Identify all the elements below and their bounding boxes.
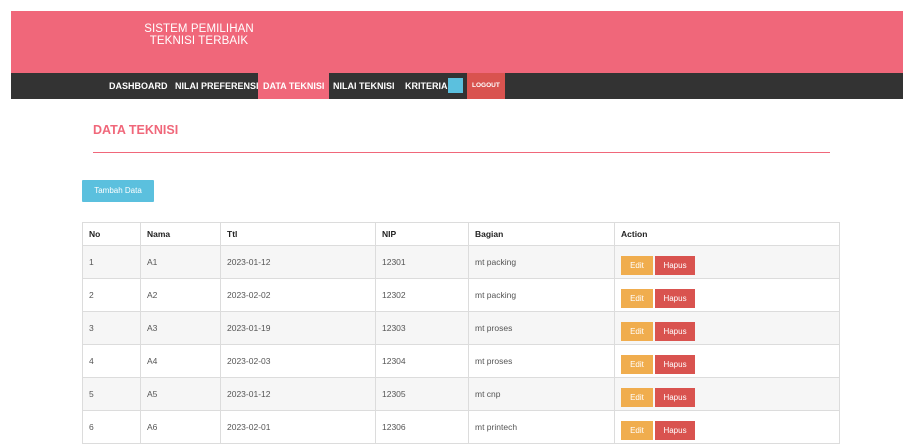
add-data-button[interactable]: Tambah Data <box>82 180 154 202</box>
app-brand[interactable]: SISTEM PEMILIHAN TEKNISI TERBAIK <box>129 23 269 47</box>
cell-no: 2 <box>82 278 141 312</box>
table-row: 5 A5 2023-01-12 12305 mt cnp Edit Hapus <box>82 377 840 411</box>
cell-bagian: mt cnp <box>468 377 615 411</box>
delete-button[interactable]: Hapus <box>655 387 695 407</box>
cell-bagian: mt proses <box>468 344 615 378</box>
cell-nama: A6 <box>140 410 221 444</box>
cell-ttl: 2023-02-03 <box>220 344 376 378</box>
delete-button[interactable]: Hapus <box>655 255 695 275</box>
nav-dashboard[interactable]: DASHBOARD <box>109 73 168 99</box>
delete-button[interactable]: Hapus <box>655 420 695 440</box>
header-bagian: Bagian <box>468 222 615 246</box>
delete-button[interactable]: Hapus <box>655 321 695 341</box>
header-action: Action <box>614 222 840 246</box>
cell-nama: A2 <box>140 278 221 312</box>
cell-bagian: mt printech <box>468 410 615 444</box>
cell-action: Edit Hapus <box>614 311 840 345</box>
cell-nip: 12302 <box>375 278 469 312</box>
cell-ttl: 2023-02-02 <box>220 278 376 312</box>
table-row: 1 A1 2023-01-12 12301 mt packing Edit Hap… <box>82 245 840 279</box>
cell-ttl: 2023-01-12 <box>220 245 376 279</box>
cell-no: 6 <box>82 410 141 444</box>
cell-nip: 12303 <box>375 311 469 345</box>
edit-button[interactable]: Edit <box>621 354 653 374</box>
cell-ttl: 2023-02-01 <box>220 410 376 444</box>
cell-no: 5 <box>82 377 141 411</box>
cell-action: Edit Hapus <box>614 278 840 312</box>
cell-bagian: mt packing <box>468 245 615 279</box>
dropdown-toggle-icon[interactable] <box>448 78 463 93</box>
table-row: 2 A2 2023-02-02 12302 mt packing Edit Hap… <box>82 278 840 312</box>
nav-bar: DASHBOARD NILAI PREFERENSI DATA TEKNISI … <box>11 73 903 99</box>
cell-nip: 12305 <box>375 377 469 411</box>
cell-nip: 12306 <box>375 410 469 444</box>
cell-ttl: 2023-01-19 <box>220 311 376 345</box>
header-no: No <box>82 222 141 246</box>
table-header-row: No Nama Ttl NIP Bagian Action <box>82 222 840 246</box>
cell-nama: A4 <box>140 344 221 378</box>
cell-no: 1 <box>82 245 141 279</box>
cell-no: 3 <box>82 311 141 345</box>
header-nama: Nama <box>140 222 221 246</box>
edit-button[interactable]: Edit <box>621 387 653 407</box>
nav-kriteria[interactable]: KRITERIA <box>405 73 448 99</box>
teknisi-table: No Nama Ttl NIP Bagian Action 1 A1 2023-… <box>82 222 840 444</box>
cell-no: 4 <box>82 344 141 378</box>
delete-button[interactable]: Hapus <box>655 288 695 308</box>
edit-button[interactable]: Edit <box>621 255 653 275</box>
cell-action: Edit Hapus <box>614 377 840 411</box>
cell-action: Edit Hapus <box>614 410 840 444</box>
cell-nama: A3 <box>140 311 221 345</box>
brand-line-1: SISTEM PEMILIHAN <box>144 23 254 35</box>
edit-button[interactable]: Edit <box>621 288 653 308</box>
header-nip: NIP <box>375 222 469 246</box>
nav-nilai-preferensi[interactable]: NILAI PREFERENSI <box>175 73 259 99</box>
cell-action: Edit Hapus <box>614 245 840 279</box>
cell-nama: A5 <box>140 377 221 411</box>
table-row: 3 A3 2023-01-19 12303 mt proses Edit Hapu… <box>82 311 840 345</box>
nav-data-teknisi[interactable]: DATA TEKNISI <box>258 73 330 99</box>
title-divider <box>93 152 830 153</box>
cell-action: Edit Hapus <box>614 344 840 378</box>
logout-button[interactable]: LOGOUT <box>467 73 505 99</box>
cell-bagian: mt proses <box>468 311 615 345</box>
header-ttl: Ttl <box>220 222 376 246</box>
cell-nip: 12304 <box>375 344 469 378</box>
brand-line-2: TEKNISI TERBAIK <box>149 35 249 47</box>
table-row: 4 A4 2023-02-03 12304 mt proses Edit Hapu… <box>82 344 840 378</box>
cell-bagian: mt packing <box>468 278 615 312</box>
edit-button[interactable]: Edit <box>621 321 653 341</box>
page-title: DATA TEKNISI <box>93 123 179 137</box>
delete-button[interactable]: Hapus <box>655 354 695 374</box>
cell-nama: A1 <box>140 245 221 279</box>
nav-nilai-teknisi[interactable]: NILAI TEKNISI <box>333 73 395 99</box>
cell-nip: 12301 <box>375 245 469 279</box>
table-row: 6 A6 2023-02-01 12306 mt printech Edit Ha… <box>82 410 840 444</box>
cell-ttl: 2023-01-12 <box>220 377 376 411</box>
edit-button[interactable]: Edit <box>621 420 653 440</box>
